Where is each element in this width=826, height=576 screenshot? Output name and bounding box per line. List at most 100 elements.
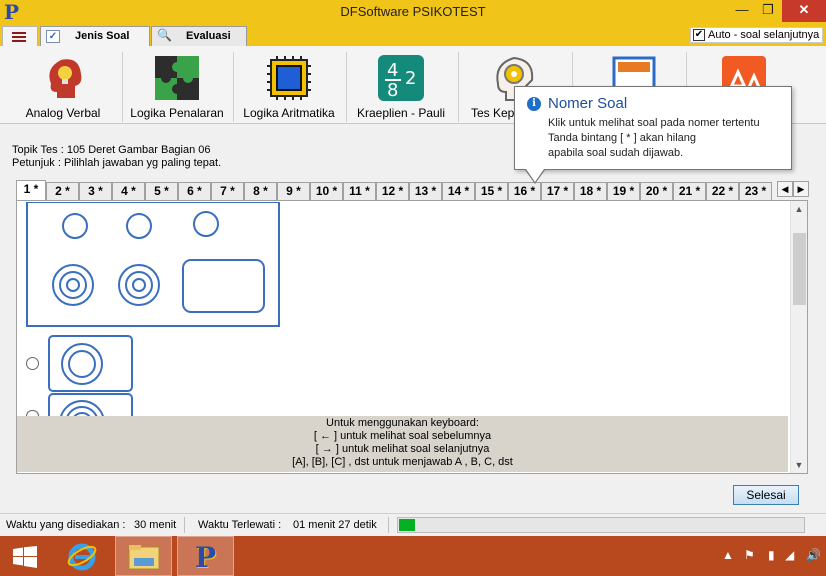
title-bar: P DFSoftware PSIKOTEST — ❐ ✕ (0, 0, 826, 24)
question-tab-4[interactable]: 4 * (112, 182, 145, 200)
divider (346, 52, 347, 122)
tabs-scroll-left-button[interactable]: ◀ (777, 181, 793, 197)
question-tab-15[interactable]: 15 * (475, 182, 508, 200)
keyboard-help-line: [ ← ] untuk melihat soal sebelumnya (313, 430, 492, 442)
checkbox[interactable]: ✔ (693, 29, 705, 41)
action-center-flag-icon[interactable]: ⚑ (744, 548, 755, 562)
question-tab-23[interactable]: 23 * (739, 182, 772, 200)
scroll-down-arrow-icon[interactable]: ▼ (791, 457, 807, 473)
divider (388, 517, 389, 533)
divider (458, 52, 459, 122)
checkbox-icon: ✓ (46, 30, 60, 43)
keyboard-help-line: Untuk menggunakan keyboard: (326, 417, 479, 429)
question-figure (26, 202, 280, 327)
puzzle-icon (155, 56, 199, 100)
question-tab-3[interactable]: 3 * (79, 182, 112, 200)
answer-a-figure[interactable] (48, 335, 134, 393)
analog-verbal-button[interactable]: Analog Verbal (14, 52, 112, 122)
windows-logo-icon (13, 546, 37, 568)
tooltip-title: Nomer Soal (548, 95, 628, 112)
tool-label: Logika Aritmatika (243, 106, 335, 120)
volume-icon[interactable]: 🔊 (806, 548, 821, 562)
test-topic: Topik Tes : 105 Deret Gambar Bagian 06 (12, 144, 211, 156)
tooltip-line: Klik untuk melihat soal pada nomer terte… (548, 117, 760, 129)
psikotest-app-icon: P (195, 541, 217, 574)
status-bar: Waktu yang disediakan : 30 menit Waktu T… (0, 513, 826, 535)
tab-strip: ✓ Jenis Soal 🔍 Evaluasi ✔ Auto - soal se… (0, 24, 826, 46)
question-tab-5[interactable]: 5 * (145, 182, 178, 200)
divider (122, 52, 123, 122)
tooltip-pointer-fill (526, 169, 544, 182)
tab-evaluasi[interactable]: 🔍 Evaluasi (151, 26, 247, 46)
selesai-button[interactable]: Selesai (733, 485, 799, 505)
question-tab-21[interactable]: 21 * (673, 182, 706, 200)
tile-digit: 8 (387, 80, 398, 101)
kraeplien-pauli-button[interactable]: 4 2 8 Kraeplien - Pauli (352, 52, 450, 122)
question-tab-22[interactable]: 22 * (706, 182, 739, 200)
auto-next-label: Auto - soal selanjutnya (708, 29, 820, 41)
question-tab-18[interactable]: 18 * (574, 182, 607, 200)
answer-a-radio[interactable] (26, 357, 39, 370)
tray-arrow-icon[interactable]: ▲ (722, 548, 734, 562)
window-title: DFSoftware PSIKOTEST (340, 4, 486, 19)
question-tab-13[interactable]: 13 * (409, 182, 442, 200)
logika-aritmatika-button[interactable]: Logika Aritmatika (239, 52, 339, 122)
tes-kepribadian-button[interactable]: Tes Kep (462, 52, 534, 122)
question-tab-1[interactable]: 1 * (16, 180, 46, 200)
network-icon[interactable]: ◢ (785, 548, 794, 562)
logika-penalaran-button[interactable]: Logika Penalaran (128, 52, 226, 122)
auto-next-checkbox[interactable]: ✔ Auto - soal selanjutnya (690, 27, 823, 43)
close-button[interactable]: ✕ (782, 0, 826, 22)
psikotest-taskbar-button[interactable]: P (177, 536, 234, 576)
question-tab-9[interactable]: 9 * (277, 182, 310, 200)
tooltip-line: Tanda bintang [ * ] akan hilang (548, 132, 697, 144)
time-elapsed-label: Waktu Terlewati : (198, 519, 282, 531)
tool-label: Kraeplien - Pauli (356, 106, 446, 120)
question-tab-12[interactable]: 12 * (376, 182, 409, 200)
question-number-tabs: 1 * 2 * 3 * 4 * 5 * 6 * 7 * 8 * 9 * 10 * 11 * 12 * 1… (16, 180, 778, 200)
menu-button[interactable] (2, 26, 38, 46)
head-bulb-icon (49, 59, 82, 98)
numbers-tile-icon: 4 2 8 (378, 55, 424, 101)
divider (184, 517, 185, 533)
tile-digit: 2 (405, 68, 416, 89)
chip-icon (267, 56, 311, 100)
question-tab-8[interactable]: 8 * (244, 182, 277, 200)
tooltip: i Nomer Soal Klik untuk melihat soal pad… (514, 86, 792, 184)
question-tab-14[interactable]: 14 * (442, 182, 475, 200)
minimize-button[interactable]: — (729, 0, 755, 22)
question-tab-17[interactable]: 17 * (541, 182, 574, 200)
question-tab-7[interactable]: 7 * (211, 182, 244, 200)
question-tab-20[interactable]: 20 * (640, 182, 673, 200)
scroll-thumb[interactable] (793, 233, 806, 305)
time-available-label: Waktu yang disediakan : (6, 519, 126, 531)
vertical-scrollbar[interactable]: ▲ ▼ (790, 201, 807, 473)
question-tab-2[interactable]: 2 * (46, 182, 79, 200)
scroll-up-arrow-icon[interactable]: ▲ (791, 201, 807, 217)
time-progress-bar (397, 517, 805, 533)
question-tab-10[interactable]: 10 * (310, 182, 343, 200)
question-tab-6[interactable]: 6 * (178, 182, 211, 200)
file-explorer-taskbar-button[interactable] (115, 536, 172, 576)
test-instruction: Petunjuk : Pilihlah jawaban yg paling te… (12, 157, 222, 169)
tab-label: Evaluasi (186, 30, 231, 42)
start-button[interactable] (0, 536, 50, 576)
maximize-button[interactable]: ❐ (755, 0, 781, 22)
question-tab-16[interactable]: 16 * (508, 182, 541, 200)
tabs-scroll-right-button[interactable]: ▶ (793, 181, 809, 197)
taskbar: P ▲ ⚑ ▮ ◢ 🔊 (0, 536, 826, 576)
time-available-value: 30 menit (134, 519, 177, 531)
question-tab-19[interactable]: 19 * (607, 182, 640, 200)
progress-fill (399, 519, 415, 531)
battery-icon[interactable]: ▮ (768, 548, 775, 562)
tab-label: Jenis Soal (75, 30, 130, 42)
magnifier-icon: 🔍 (157, 28, 172, 42)
keyboard-help-line: [A], [B], [C] , dst untuk menjawab A , B… (292, 456, 513, 468)
keyboard-help: Untuk menggunakan keyboard: [ ← ] untuk … (17, 416, 788, 472)
answer-b-figure[interactable] (48, 393, 134, 416)
tooltip-line: apabila soal sudah dijawab. (548, 147, 684, 159)
internet-explorer-taskbar-button[interactable] (56, 536, 106, 576)
tool-label: Logika Penalaran (130, 106, 224, 120)
question-tab-11[interactable]: 11 * (343, 182, 376, 200)
tab-jenis-soal[interactable]: ✓ Jenis Soal (40, 26, 150, 46)
